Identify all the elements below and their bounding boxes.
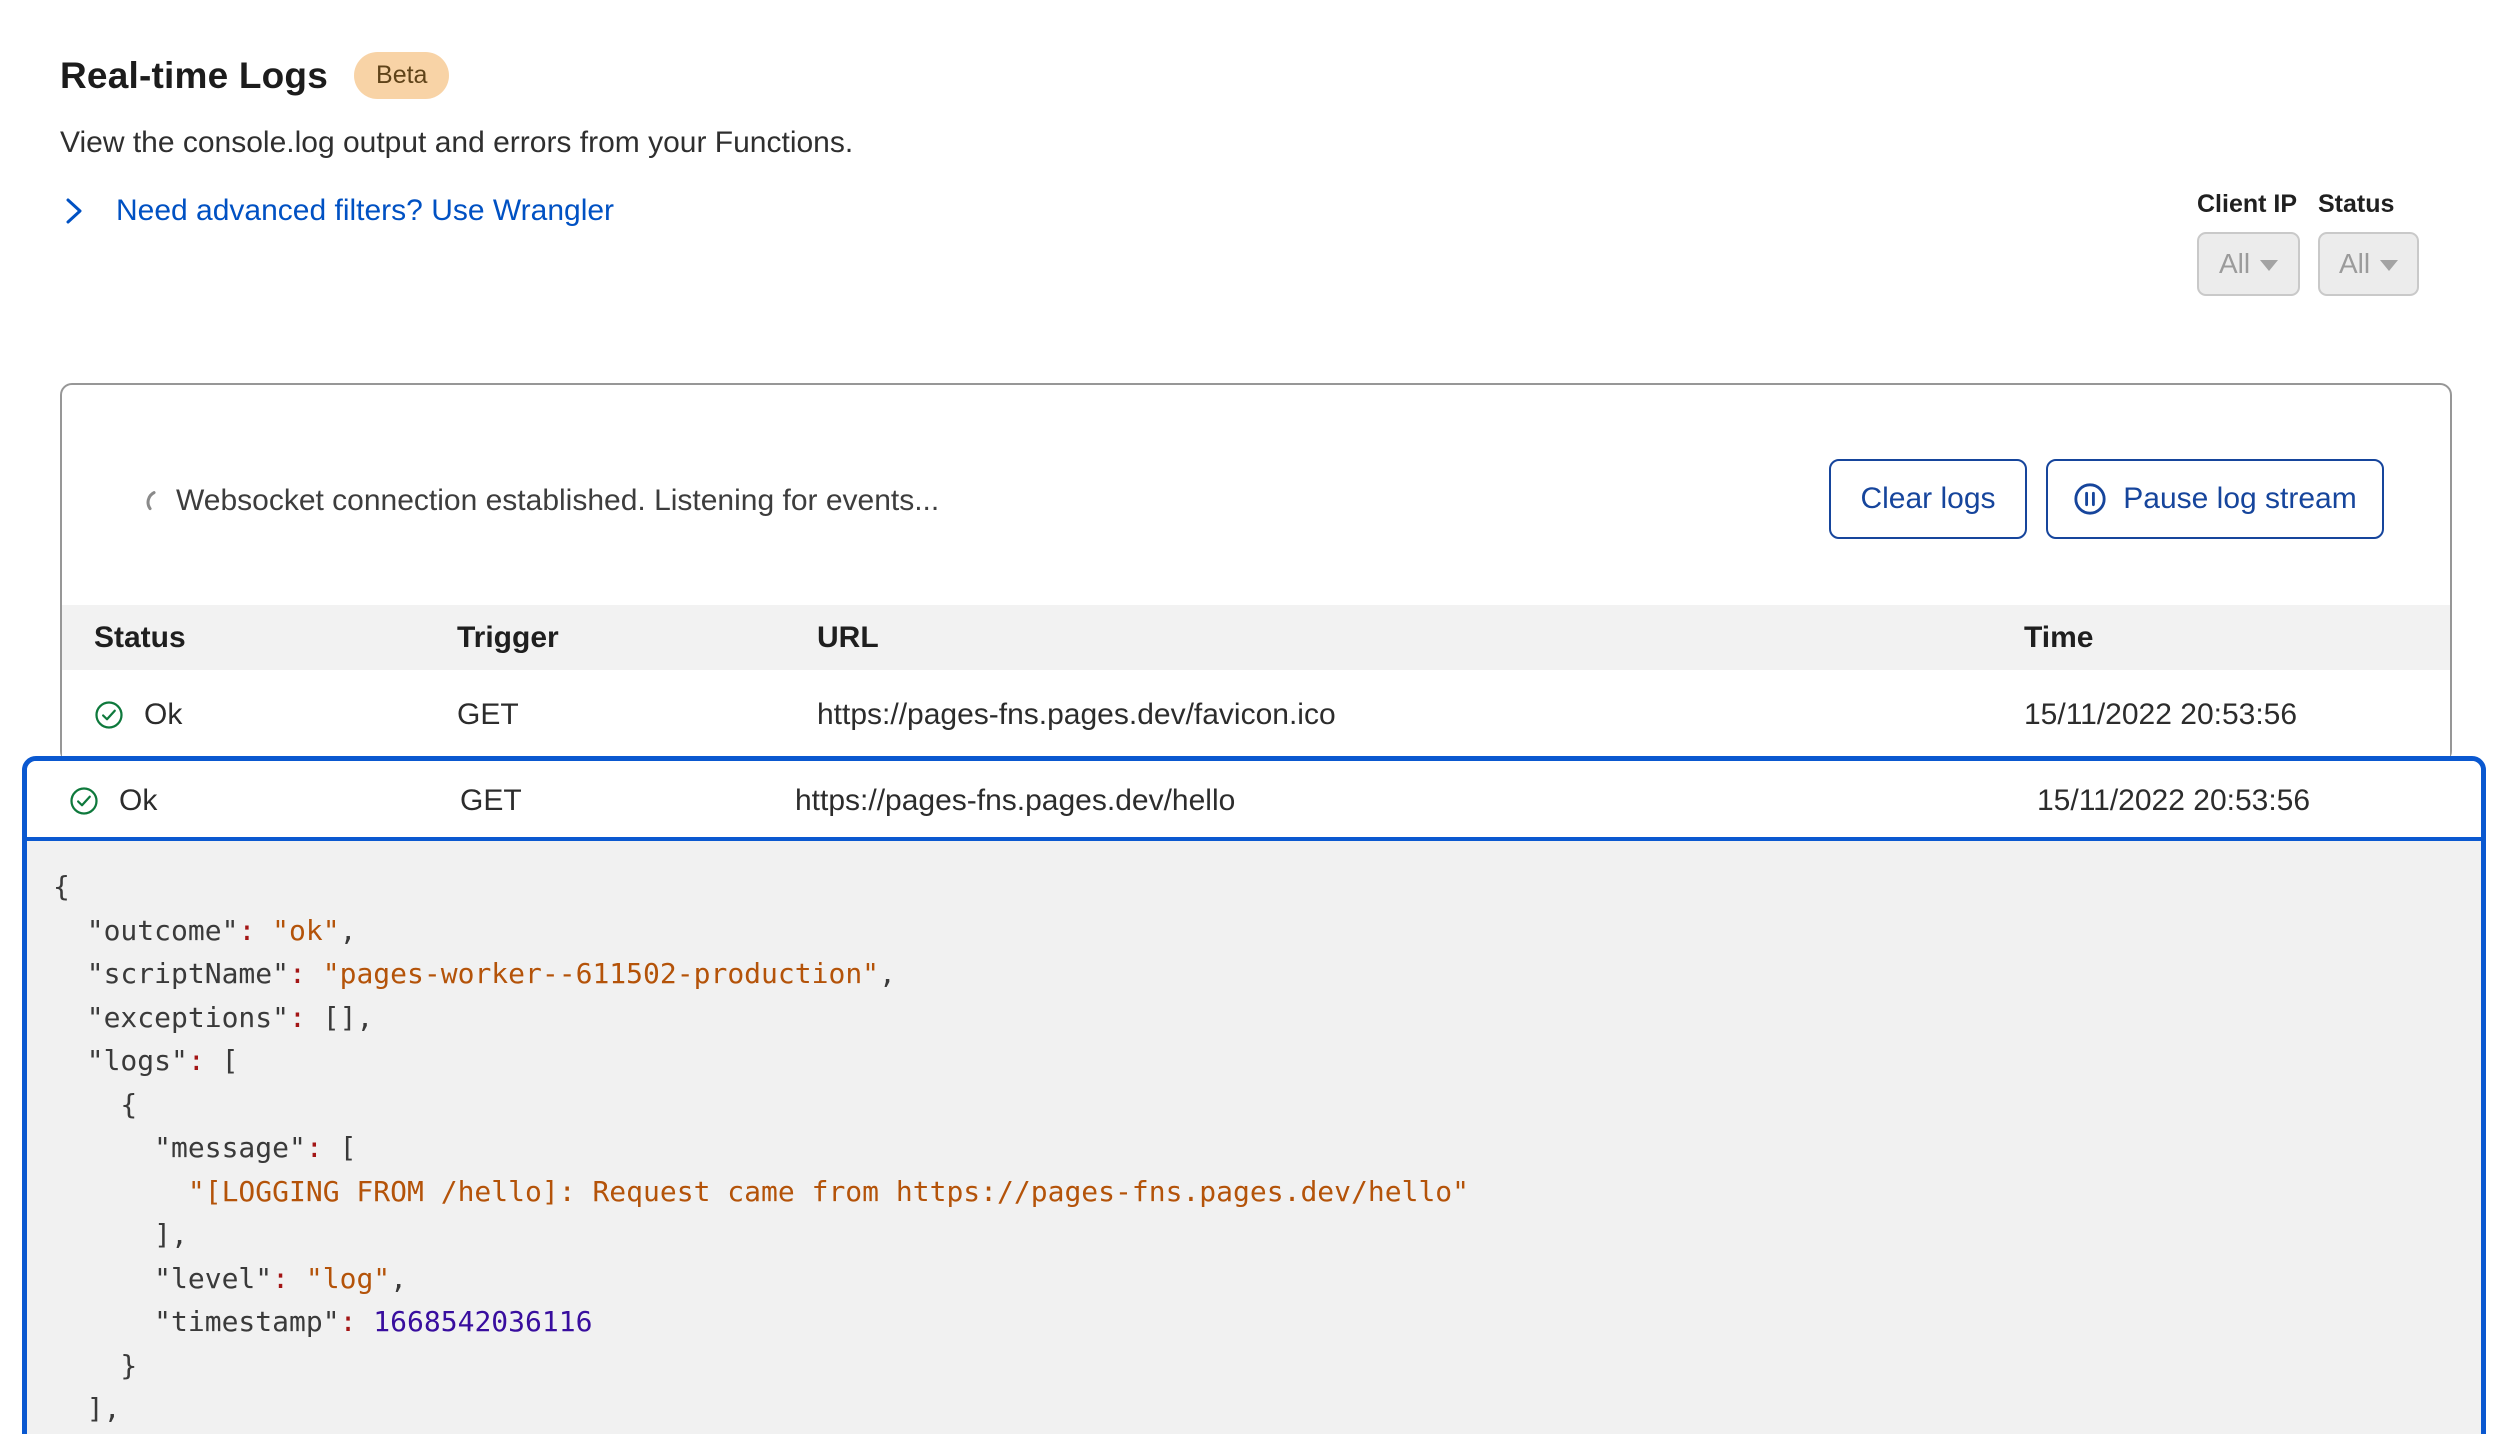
code-line: "logs": [ (53, 1039, 2481, 1083)
column-header-trigger: Trigger (457, 605, 559, 670)
row-status-cell: Ok (94, 670, 182, 760)
chevron-down-icon (2380, 260, 2398, 271)
expanded-log-entry: Ok GET https://pages-fns.pages.dev/hello… (22, 756, 2486, 1434)
row-trigger: GET (457, 670, 519, 760)
page-title: Real-time Logs (60, 55, 328, 97)
page-header: Real-time Logs Beta (60, 52, 449, 99)
column-header-url: URL (817, 605, 879, 670)
code-line: } (53, 1344, 2481, 1388)
check-circle-icon (69, 786, 99, 816)
client-ip-filter-dropdown[interactable]: All (2197, 232, 2300, 296)
page-subtitle: View the console.log output and errors f… (60, 126, 853, 160)
table-row[interactable]: Ok GET https://pages-fns.pages.dev/favic… (62, 670, 2450, 760)
status-filter-value: All (2339, 248, 2370, 280)
clear-logs-label: Clear logs (1860, 482, 1995, 516)
row-url: https://pages-fns.pages.dev/hello (795, 761, 1235, 841)
code-line: ], (53, 1213, 2481, 1257)
wrangler-link-label: Need advanced filters? Use Wrangler (116, 194, 614, 228)
row-status: Ok (119, 784, 157, 818)
code-line: { (53, 865, 2481, 909)
row-status: Ok (144, 698, 182, 732)
code-line: "outcome": "ok", (53, 909, 2481, 953)
pause-log-stream-button[interactable]: Pause log stream (2046, 459, 2384, 539)
clear-logs-button[interactable]: Clear logs (1829, 459, 2027, 539)
check-circle-icon (94, 700, 124, 730)
wrangler-filters-link[interactable]: Need advanced filters? Use Wrangler (64, 194, 614, 228)
row-url: https://pages-fns.pages.dev/favicon.ico (817, 670, 1336, 760)
code-line: "exceptions": [], (53, 996, 2481, 1040)
log-table-header: Status Trigger URL Time (62, 605, 2450, 670)
code-line: ], (53, 1387, 2481, 1431)
spinner-icon (144, 487, 172, 520)
pause-log-stream-label: Pause log stream (2123, 482, 2356, 516)
chevron-down-icon (2260, 260, 2278, 271)
expanded-table-row[interactable]: Ok GET https://pages-fns.pages.dev/hello… (27, 761, 2481, 841)
chevron-right-icon (64, 195, 86, 227)
row-status-cell: Ok (69, 761, 157, 841)
row-time: 15/11/2022 20:53:56 (2037, 761, 2310, 841)
column-header-status: Status (94, 605, 186, 670)
realtime-logs-page: Real-time Logs Beta View the console.log… (0, 0, 2508, 1434)
beta-badge: Beta (354, 52, 449, 99)
log-stream-card: Websocket connection established. Listen… (60, 383, 2452, 763)
row-trigger: GET (460, 761, 522, 841)
code-line: "[LOGGING FROM /hello]: Request came fro… (53, 1170, 2481, 1214)
row-time: 15/11/2022 20:53:56 (2024, 670, 2297, 760)
code-line: "level": "log", (53, 1257, 2481, 1301)
status-filter-dropdown[interactable]: All (2318, 232, 2419, 296)
status-filter-label: Status (2318, 190, 2394, 219)
websocket-status-message: Websocket connection established. Listen… (176, 484, 939, 518)
code-line: "message": [ (53, 1126, 2481, 1170)
client-ip-filter-label: Client IP (2197, 190, 2297, 219)
pause-icon (2073, 482, 2107, 516)
log-json: { "outcome": "ok", "scriptName": "pages-… (27, 841, 2481, 1431)
code-line: "scriptName": "pages-worker--611502-prod… (53, 952, 2481, 996)
code-line: "timestamp": 1668542036116 (53, 1300, 2481, 1344)
client-ip-filter-value: All (2219, 248, 2250, 280)
column-header-time: Time (2024, 605, 2093, 670)
code-line: { (53, 1083, 2481, 1127)
